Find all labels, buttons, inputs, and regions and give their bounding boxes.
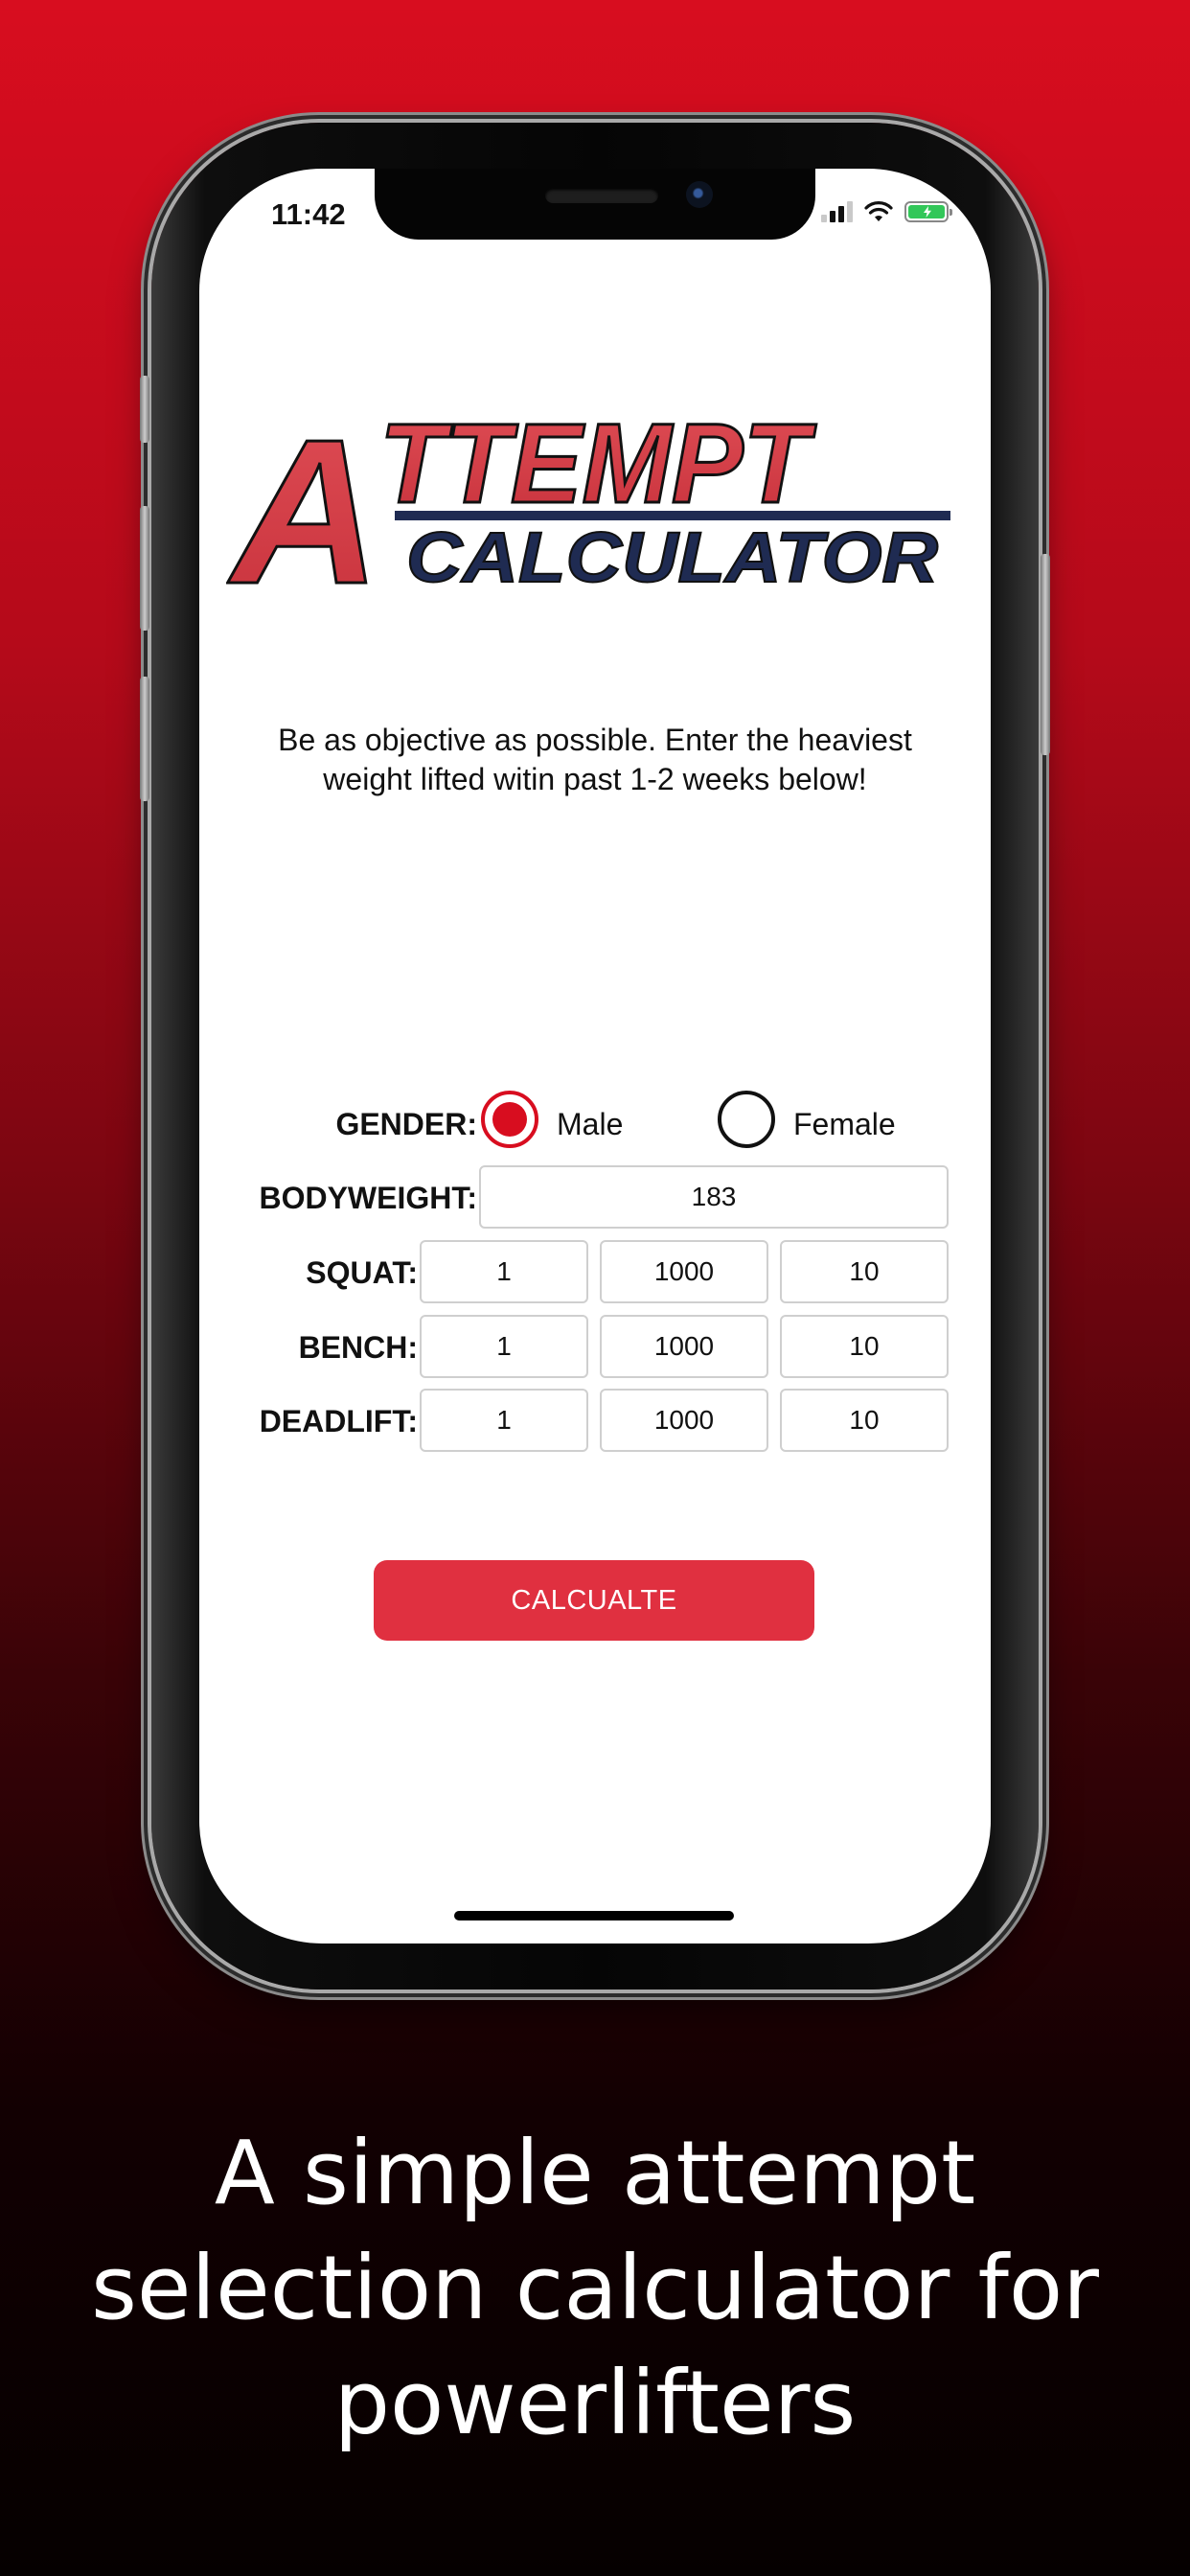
bench-input-3[interactable] (780, 1315, 949, 1378)
calculate-button[interactable]: CALCUALTE (374, 1560, 814, 1641)
logo-big-letter: A (227, 408, 380, 590)
deadlift-input-2[interactable] (600, 1389, 768, 1452)
status-icons (821, 201, 952, 222)
logo-word-calculator: CALCULATOR (406, 518, 938, 590)
bench-label: BENCH: (298, 1330, 418, 1365)
squat-input-1[interactable] (420, 1240, 588, 1303)
home-indicator[interactable] (454, 1911, 734, 1920)
status-time: 11:42 (271, 197, 346, 231)
earpiece-speaker (545, 188, 658, 203)
squat-input-3[interactable] (780, 1240, 949, 1303)
radio-female[interactable] (718, 1091, 775, 1148)
tagline: A simple attempt selection calculator fo… (0, 2116, 1190, 2461)
tagline-line-3: powerlifters (333, 2352, 857, 2454)
bodyweight-input[interactable] (479, 1165, 949, 1229)
volume-up-button (140, 506, 149, 631)
attempt-calculator-logo: A TTEMPT CALCULATOR (226, 408, 950, 590)
bench-input-2[interactable] (600, 1315, 768, 1378)
phone-frame: 11:42 A TTEMPT CALCULATOR Be as objectiv… (140, 123, 1050, 1990)
volume-down-button (140, 677, 149, 801)
radio-female-label[interactable]: Female (793, 1107, 896, 1142)
front-camera (686, 181, 713, 208)
squat-input-2[interactable] (600, 1240, 768, 1303)
app-screen: 11:42 A TTEMPT CALCULATOR Be as objectiv… (199, 169, 991, 1944)
deadlift-input-3[interactable] (780, 1389, 949, 1452)
mute-switch (140, 376, 149, 443)
instructions-text: Be as objective as possible. Enter the h… (278, 723, 912, 796)
bench-input-1[interactable] (420, 1315, 588, 1378)
notch (375, 169, 815, 240)
squat-label: SQUAT: (306, 1255, 418, 1290)
logo-word-attempt: TTEMPT (379, 408, 816, 527)
bodyweight-label: BODYWEIGHT: (259, 1181, 477, 1215)
wifi-icon (864, 201, 893, 221)
power-button (1041, 554, 1050, 755)
deadlift-label: DEADLIFT: (259, 1404, 418, 1438)
tagline-line-2: selection calculator for (90, 2237, 1100, 2339)
radio-male-label[interactable]: Male (557, 1107, 623, 1142)
cellular-signal-icon (821, 201, 853, 222)
radio-male[interactable] (481, 1091, 538, 1148)
battery-charging-icon (904, 201, 952, 222)
deadlift-input-1[interactable] (420, 1389, 588, 1452)
gender-label: GENDER: (335, 1107, 477, 1141)
tagline-line-1: A simple attempt (214, 2122, 976, 2224)
